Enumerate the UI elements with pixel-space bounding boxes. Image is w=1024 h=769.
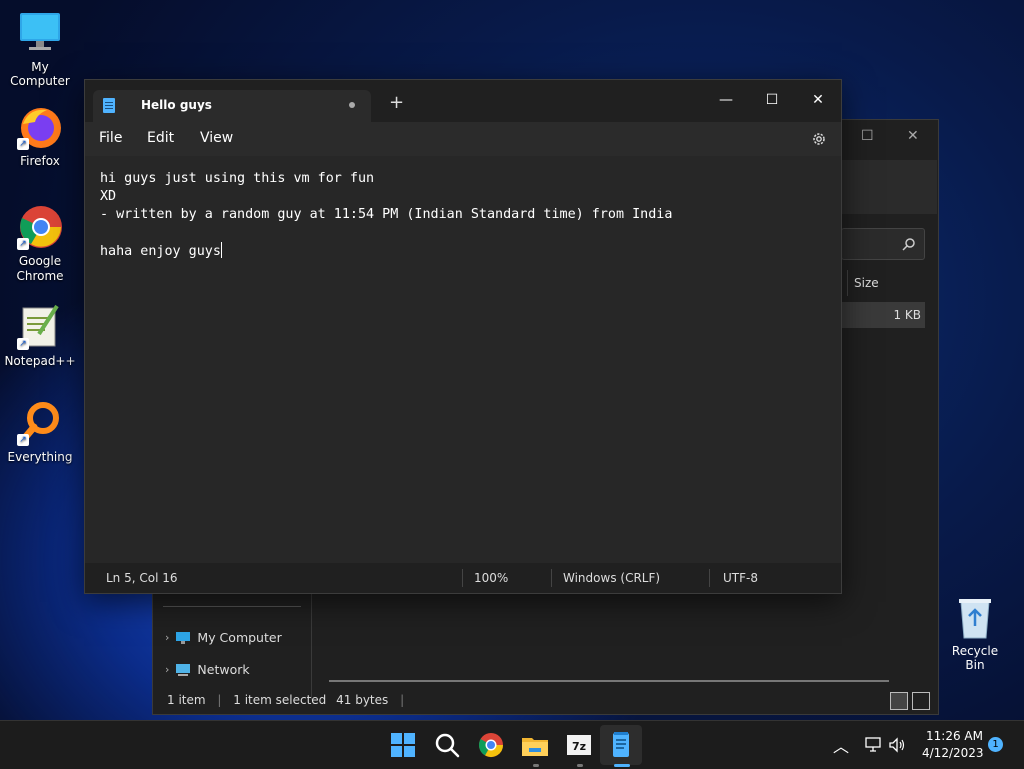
clock-date[interactable]: 4/12/2023 [922,746,984,760]
shortcut-arrow-icon: ↗ [17,434,29,446]
chrome-icon: ↗ [17,204,63,250]
desktop-icon-label: Notepad++ [4,354,76,368]
notepadpp-icon: ↗ [17,304,63,350]
start-icon[interactable] [387,729,419,761]
explorer-search-box[interactable] [841,228,925,260]
text-line: XD [100,189,117,204]
desktop-icon-firefox[interactable]: ↗ Firefox [0,104,80,168]
large-icons-view-icon[interactable] [912,692,930,710]
status-bytes: 41 bytes [336,693,389,707]
file-row-size[interactable]: 1 KB [841,302,925,328]
search-magnifier-icon: ↗ [17,400,63,446]
volume-icon[interactable] [888,737,906,753]
menu-file[interactable]: File [99,130,122,146]
nav-item-network[interactable]: › Network [165,662,250,677]
gear-icon[interactable] [811,131,827,147]
explorer-ribbon [841,160,937,214]
minimize-button[interactable]: — [703,86,749,114]
menu-view[interactable]: View [200,130,233,146]
explorer-status-bar: 1 item | 1 item selected 41 bytes | [153,686,938,714]
shortcut-arrow-icon: ↗ [17,138,29,150]
clock-time[interactable]: 11:26 AM [926,729,983,743]
monitor-icon [176,631,191,644]
notepad-status-bar: Ln 5, Col 16 100% Windows (CRLF) UTF-8 [85,563,841,593]
desktop-icon-chrome[interactable]: ↗ Google Chrome [0,204,80,284]
chevron-right-icon: › [165,631,170,644]
details-view-icon[interactable] [890,692,908,710]
shortcut-arrow-icon: ↗ [17,238,29,250]
maximize-button[interactable]: ☐ [749,86,795,114]
search-icon[interactable] [431,729,463,761]
chevron-right-icon: › [165,663,170,676]
svg-text:7z: 7z [572,740,586,753]
tab-title: Hello guys [141,98,212,112]
nav-divider [163,606,301,607]
active-indicator [614,764,630,767]
notification-badge[interactable]: 1 [988,737,1003,752]
search-icon [902,238,915,251]
notepad-icon[interactable] [605,729,637,761]
text-editor-area[interactable]: hi guys just using this vm for fun XD - wr… [85,156,841,560]
text-line: haha enjoy guys [100,242,222,259]
network-icon[interactable] [864,737,882,753]
explorer-maximize-button[interactable]: ☐ [861,128,874,144]
column-header-size[interactable]: Size [847,270,934,296]
desktop-icon-label: My Computer [10,60,70,88]
7zip-icon[interactable]: 7z [563,729,595,761]
recycle-bin-label: Recycle Bin [951,644,999,672]
firefox-icon: ↗ [17,104,63,150]
desktop-icon-label: Google Chrome [16,254,64,283]
monitor-icon [17,10,63,56]
running-indicator [577,764,583,767]
running-indicator [533,764,539,767]
desktop-icon-everything[interactable]: ↗ Everything [0,400,80,464]
desktop-icon-recycle-bin[interactable]: Recycle Bin [942,596,1008,672]
desktop-icon-label: Everything [7,450,73,464]
tab-hello-guys[interactable]: Hello guys [93,90,371,122]
network-icon [176,663,191,676]
status-encoding[interactable]: UTF-8 [723,571,758,585]
notepad-icon [103,98,115,113]
chevron-up-icon[interactable]: ︿ [833,733,849,757]
close-button[interactable]: ✕ [795,86,841,114]
recycle-bin-icon [959,599,991,639]
new-tab-button[interactable]: + [389,94,404,112]
file-explorer-icon[interactable] [519,729,551,761]
text-cursor [220,242,222,258]
status-line-ending[interactable]: Windows (CRLF) [563,571,660,585]
text-line: hi guys just using this vm for fun [100,171,375,186]
shortcut-arrow-icon: ↗ [17,338,29,350]
desktop-icon-my-computer[interactable]: My Computer [0,10,80,88]
taskbar: 7z ︿ 11:26 AM 4/12/2023 1 [0,720,1024,769]
desktop-icon-label: Firefox [20,154,60,168]
text-line: ​ [100,224,672,242]
chrome-icon[interactable] [475,729,507,761]
status-zoom[interactable]: 100% [474,571,508,585]
nav-item-my-computer[interactable]: › My Computer [165,630,282,645]
status-item-count: 1 item [167,693,206,707]
menu-edit[interactable]: Edit [147,130,174,146]
text-line: - written by a random guy at 11:54 PM (I… [100,207,673,222]
status-selected: 1 item selected [233,693,327,707]
status-cursor-position: Ln 5, Col 16 [106,571,178,585]
unsaved-indicator-icon[interactable] [349,102,355,108]
explorer-close-button[interactable]: ✕ [907,128,919,144]
notepad-titlebar[interactable]: Hello guys + — ☐ ✕ [85,80,841,122]
notepad-menubar: File Edit View [85,122,841,156]
desktop-icon-notepadpp[interactable]: ↗ Notepad++ [0,304,80,368]
notepad-window[interactable]: Hello guys + — ☐ ✕ File Edit View hi guy… [84,79,842,594]
explorer-nav-pane: › My Computer › Network [153,590,312,700]
explorer-horizontal-scrollbar[interactable] [329,680,889,682]
